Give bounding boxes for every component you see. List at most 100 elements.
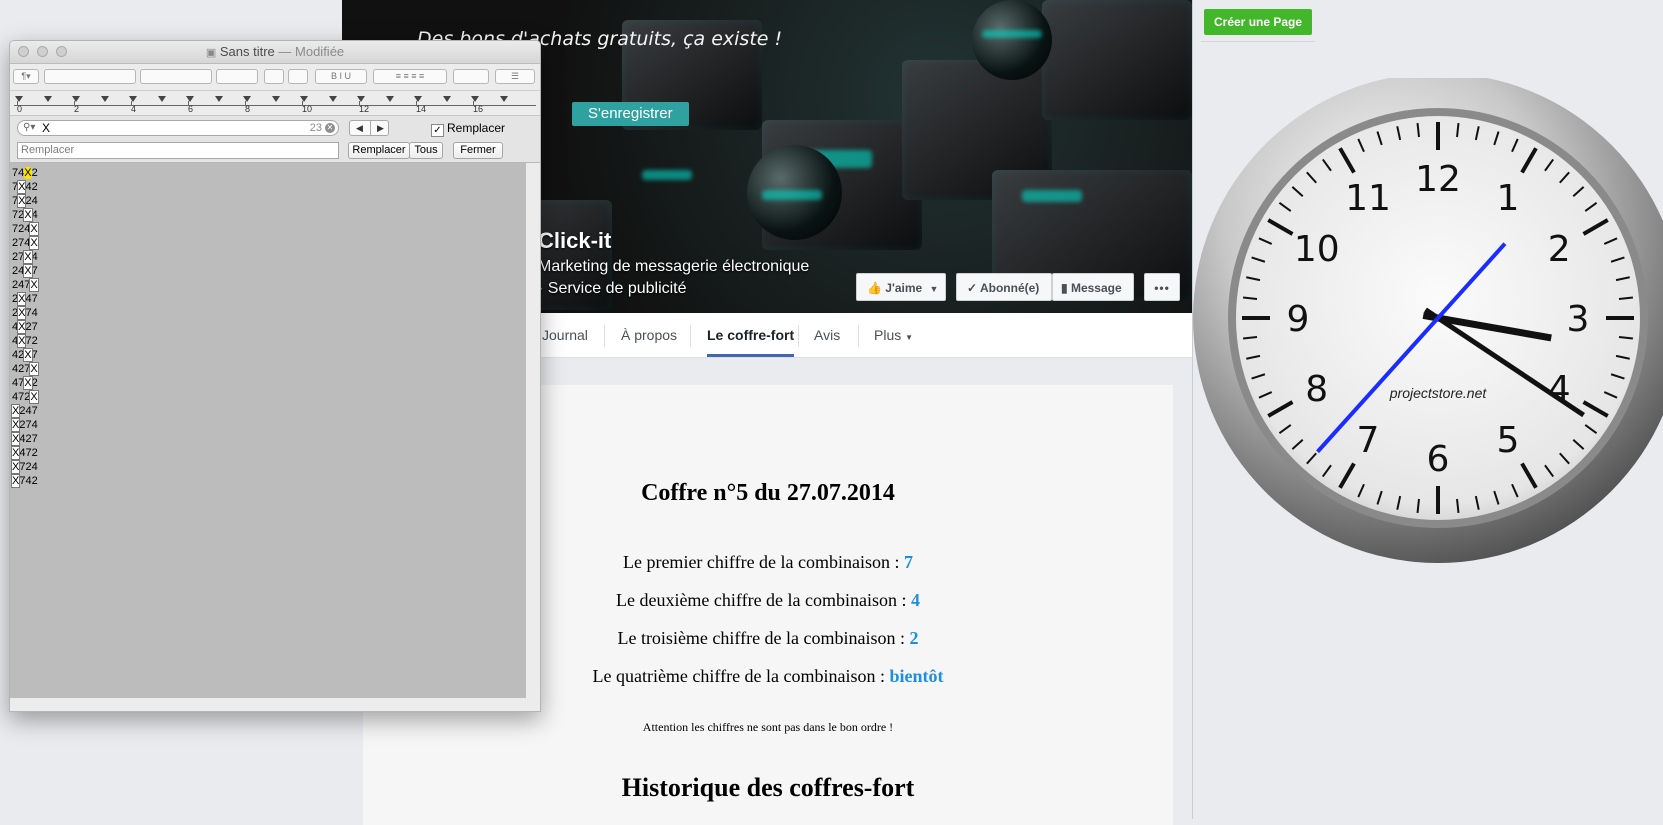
page-category[interactable]: · Service de publicité bbox=[538, 280, 687, 298]
match-highlight: X bbox=[17, 320, 27, 334]
match-highlight: X bbox=[23, 250, 33, 264]
tab-divider bbox=[798, 325, 799, 347]
document-line: 7X24 bbox=[12, 194, 38, 208]
tab-coffre-fort[interactable]: Le coffre-fort bbox=[707, 313, 795, 357]
replace-button[interactable]: Remplacer bbox=[348, 142, 410, 159]
background-color-swatch[interactable] bbox=[288, 69, 308, 84]
bold-italic-underline-buttons[interactable]: B I U bbox=[315, 69, 367, 84]
create-page-button[interactable]: Créer une Page bbox=[1204, 9, 1313, 35]
textedit-window[interactable]: ▣ Sans titre — Modifiée ¶▾ B I U ≡ ≡ ≡ ≡… bbox=[9, 40, 541, 712]
tab-stop-icon[interactable] bbox=[43, 96, 52, 102]
match-highlight: X bbox=[10, 446, 21, 460]
message-label: Message bbox=[1070, 281, 1122, 295]
font-style-menu[interactable] bbox=[140, 69, 212, 84]
document-line: X472 bbox=[10, 446, 38, 460]
line-spacing-menu[interactable] bbox=[453, 69, 489, 84]
match-highlight: X bbox=[23, 376, 33, 390]
clear-search-icon[interactable]: ✕ bbox=[325, 123, 335, 133]
match-highlight: X bbox=[17, 306, 27, 320]
match-highlight: X bbox=[17, 334, 27, 348]
tab-divider bbox=[690, 325, 691, 347]
analog-clock-widget[interactable]: 12 1234567891011 projectstore.net bbox=[1193, 78, 1663, 576]
previous-match-icon[interactable]: ◀ bbox=[350, 121, 369, 135]
match-highlight: X bbox=[29, 236, 39, 250]
page-category[interactable]: Marketing de messagerie électronique bbox=[538, 258, 809, 276]
tab-stop-icon[interactable] bbox=[243, 96, 251, 102]
tab-stop-icon[interactable] bbox=[15, 96, 23, 102]
clock-number: 10 bbox=[1294, 229, 1340, 270]
match-highlight: X bbox=[29, 278, 39, 292]
document-line: 7X42 bbox=[12, 180, 38, 194]
checkbox-checked-icon[interactable]: ✓ bbox=[431, 124, 444, 137]
tab-stop-icon[interactable] bbox=[414, 96, 422, 102]
ruler[interactable]: 0 2 4 6 8 10 12 14 16 bbox=[10, 91, 540, 116]
tab-stop-icon[interactable] bbox=[214, 96, 223, 102]
tab-more[interactable]: Plus ▼ bbox=[874, 313, 913, 357]
tab-about[interactable]: À propos bbox=[621, 313, 677, 357]
close-find-button[interactable]: Fermer bbox=[453, 142, 503, 159]
font-family-menu[interactable] bbox=[44, 69, 136, 84]
ruler-line bbox=[14, 105, 536, 106]
clock-number: 3 bbox=[1567, 299, 1590, 340]
clock-number: 9 bbox=[1287, 299, 1310, 340]
document-line: 427X bbox=[12, 362, 39, 376]
tab-stop-icon[interactable] bbox=[271, 96, 280, 102]
match-highlight: X bbox=[23, 208, 33, 222]
match-highlight: X bbox=[17, 292, 27, 306]
match-highlight: X bbox=[10, 404, 21, 418]
alignment-buttons[interactable]: ≡ ≡ ≡ ≡ bbox=[373, 69, 447, 84]
replace-checkbox-label: Remplacer bbox=[447, 121, 506, 135]
search-icon: ⚲▾ bbox=[23, 122, 36, 133]
tab-stop-icon[interactable] bbox=[328, 96, 337, 102]
replace-input[interactable]: Remplacer bbox=[17, 142, 339, 159]
document-line: X742 bbox=[10, 474, 38, 488]
text-color-swatch[interactable] bbox=[264, 69, 284, 84]
message-button[interactable]: ▮ Message bbox=[1052, 273, 1134, 301]
match-highlight: X bbox=[10, 460, 21, 474]
tab-stop-icon[interactable] bbox=[471, 96, 479, 102]
tab-reviews[interactable]: Avis bbox=[814, 313, 840, 357]
page-name[interactable]: Click-it bbox=[538, 228, 611, 254]
tab-stop-icon[interactable] bbox=[100, 96, 109, 102]
chat-bubble-icon: ▮ bbox=[1061, 281, 1068, 295]
document-line: 4X27 bbox=[12, 320, 38, 334]
window-titlebar[interactable]: ▣ Sans titre — Modifiée bbox=[10, 41, 540, 64]
match-highlight: X bbox=[17, 194, 27, 208]
follow-button[interactable]: ✓ Abonné(e) bbox=[956, 273, 1052, 301]
tab-stop-icon[interactable] bbox=[385, 96, 394, 102]
tab-journal[interactable]: Journal bbox=[542, 313, 588, 357]
tab-stop-icon[interactable] bbox=[72, 96, 80, 102]
tab-stop-icon[interactable] bbox=[357, 96, 365, 102]
vertical-scrollbar[interactable] bbox=[526, 163, 540, 698]
clock-number: 7 bbox=[1357, 420, 1380, 461]
replace-checkbox[interactable]: ✓ Remplacer bbox=[431, 120, 505, 137]
more-options-button[interactable]: ••• bbox=[1144, 273, 1180, 301]
document-text[interactable]: 74X2 7X42 7X24 72X4 724X 274X 27X4 24X7 247X 2X47… bbox=[10, 166, 39, 488]
tab-stop-icon[interactable] bbox=[129, 96, 137, 102]
match-navigation: ◀ ▶ bbox=[349, 120, 389, 136]
tab-stop-icon[interactable] bbox=[157, 96, 166, 102]
list-style-menu[interactable]: ☰ bbox=[495, 69, 535, 84]
paragraph-style-menu[interactable]: ¶▾ bbox=[13, 69, 39, 84]
clock-number: 6 bbox=[1427, 439, 1450, 480]
combination-value: 2 bbox=[909, 628, 919, 648]
document-line: 247X bbox=[12, 278, 39, 292]
tab-more-label: Plus bbox=[874, 327, 902, 343]
replace-all-button[interactable]: Tous bbox=[409, 142, 443, 159]
search-input[interactable]: ⚲▾ X 23 ✕ bbox=[17, 120, 339, 136]
register-button[interactable]: S'enregistrer bbox=[572, 102, 689, 126]
document-status: — Modifiée bbox=[278, 44, 345, 59]
match-highlight: X bbox=[29, 362, 39, 376]
tab-stop-icon[interactable] bbox=[300, 96, 308, 102]
font-size-menu[interactable] bbox=[216, 69, 258, 84]
document-title: Sans titre bbox=[219, 44, 275, 59]
document-text-area[interactable]: 74X2 7X42 7X24 72X4 724X 274X 27X4 24X7 247X 2X47… bbox=[10, 163, 526, 698]
caret-down-icon: ▼ bbox=[929, 284, 939, 294]
tab-stop-icon[interactable] bbox=[186, 96, 194, 102]
tab-stop-icon[interactable] bbox=[499, 96, 508, 102]
tab-stop-icon[interactable] bbox=[442, 96, 451, 102]
clock-number: 1 bbox=[1497, 178, 1520, 219]
match-highlight: X bbox=[23, 348, 33, 362]
like-button[interactable]: 👍 J'aime ▼ bbox=[856, 273, 946, 301]
next-match-icon[interactable]: ▶ bbox=[370, 121, 390, 135]
